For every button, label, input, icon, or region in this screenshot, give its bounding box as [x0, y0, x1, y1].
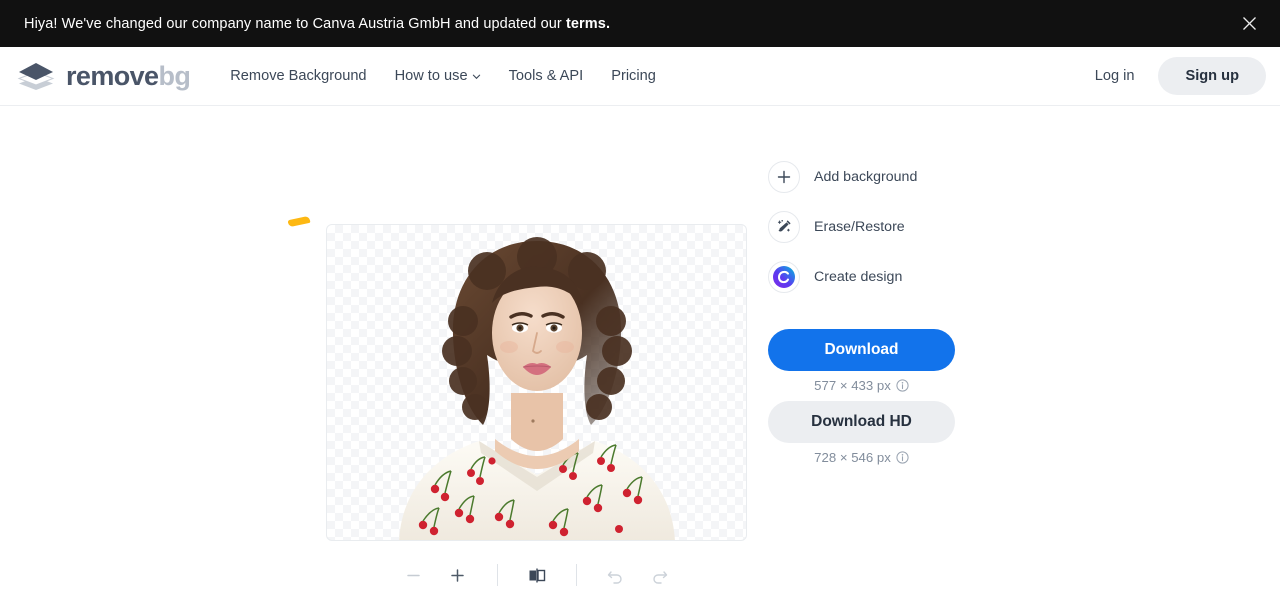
logo[interactable]: removebg — [16, 61, 190, 91]
nav-label: Pricing — [611, 68, 656, 84]
login-link[interactable]: Log in — [1077, 58, 1153, 94]
nav-item-remove-background[interactable]: Remove Background — [216, 60, 380, 92]
plus-icon — [449, 567, 466, 584]
announcement-terms-link[interactable]: terms. — [566, 16, 610, 32]
nav-item-pricing[interactable]: Pricing — [597, 60, 670, 92]
header-actions: Log in Sign up — [1077, 57, 1266, 95]
canva-logo-icon — [768, 261, 800, 293]
undo-icon — [606, 567, 625, 584]
logo-word-bg: bg — [158, 61, 190, 91]
primary-nav: Remove Background How to use Tools & API… — [216, 60, 670, 92]
logo-word-remove: remove — [66, 61, 158, 91]
nav-item-how-to-use[interactable]: How to use — [381, 60, 495, 92]
toolbar-divider — [576, 564, 577, 586]
erase-restore-action[interactable]: Erase/Restore — [768, 211, 968, 243]
announcement-text: Hiya! We've changed our company name to … — [24, 16, 610, 32]
download-hd-dimensions-text: 728 × 546 px — [814, 450, 891, 465]
download-hd-dimensions: 728 × 546 px — [768, 443, 955, 473]
site-header: removebg Remove Background How to use To… — [0, 47, 1280, 106]
add-background-action[interactable]: Add background — [768, 161, 968, 193]
create-design-action[interactable]: Create design — [768, 261, 968, 293]
editor-workspace: Add background Erase/Restore — [0, 106, 1280, 607]
undo-button[interactable] — [599, 558, 633, 592]
close-icon[interactable] — [1236, 11, 1262, 37]
redo-icon — [650, 567, 669, 584]
nav-label: Remove Background — [230, 68, 366, 84]
download-button[interactable]: Download — [768, 329, 955, 371]
nav-item-tools-api[interactable]: Tools & API — [495, 60, 598, 92]
layers-diamond-icon — [16, 61, 56, 91]
toolbar-divider — [497, 564, 498, 586]
signup-button[interactable]: Sign up — [1158, 57, 1266, 95]
info-icon[interactable] — [896, 379, 909, 392]
action-panel: Add background Erase/Restore — [768, 106, 968, 473]
announcement-banner: Hiya! We've changed our company name to … — [0, 0, 1280, 47]
canvas-toolbar — [326, 558, 747, 592]
download-dimensions: 577 × 433 px — [768, 371, 955, 401]
create-design-label: Create design — [814, 269, 902, 285]
zoom-out-button[interactable] — [397, 558, 431, 592]
magic-brush-icon — [768, 211, 800, 243]
download-hd-button[interactable]: Download HD — [768, 401, 955, 443]
erase-restore-label: Erase/Restore — [814, 219, 905, 235]
plus-icon — [768, 161, 800, 193]
chevron-down-icon — [472, 72, 481, 81]
info-icon[interactable] — [896, 451, 909, 464]
decorative-sliver — [288, 216, 311, 227]
portrait-cutout — [387, 225, 687, 541]
nav-label: How to use — [395, 68, 468, 84]
compare-split-icon — [527, 567, 547, 584]
logo-wordmark: removebg — [66, 63, 190, 90]
redo-button[interactable] — [643, 558, 677, 592]
minus-icon — [405, 567, 422, 584]
nav-label: Tools & API — [509, 68, 584, 84]
compare-toggle-button[interactable] — [520, 558, 554, 592]
add-background-label: Add background — [814, 169, 917, 185]
zoom-in-button[interactable] — [441, 558, 475, 592]
image-canvas[interactable] — [326, 224, 747, 541]
announcement-text-prefix: Hiya! We've changed our company name to … — [24, 16, 566, 32]
download-dimensions-text: 577 × 433 px — [814, 378, 891, 393]
